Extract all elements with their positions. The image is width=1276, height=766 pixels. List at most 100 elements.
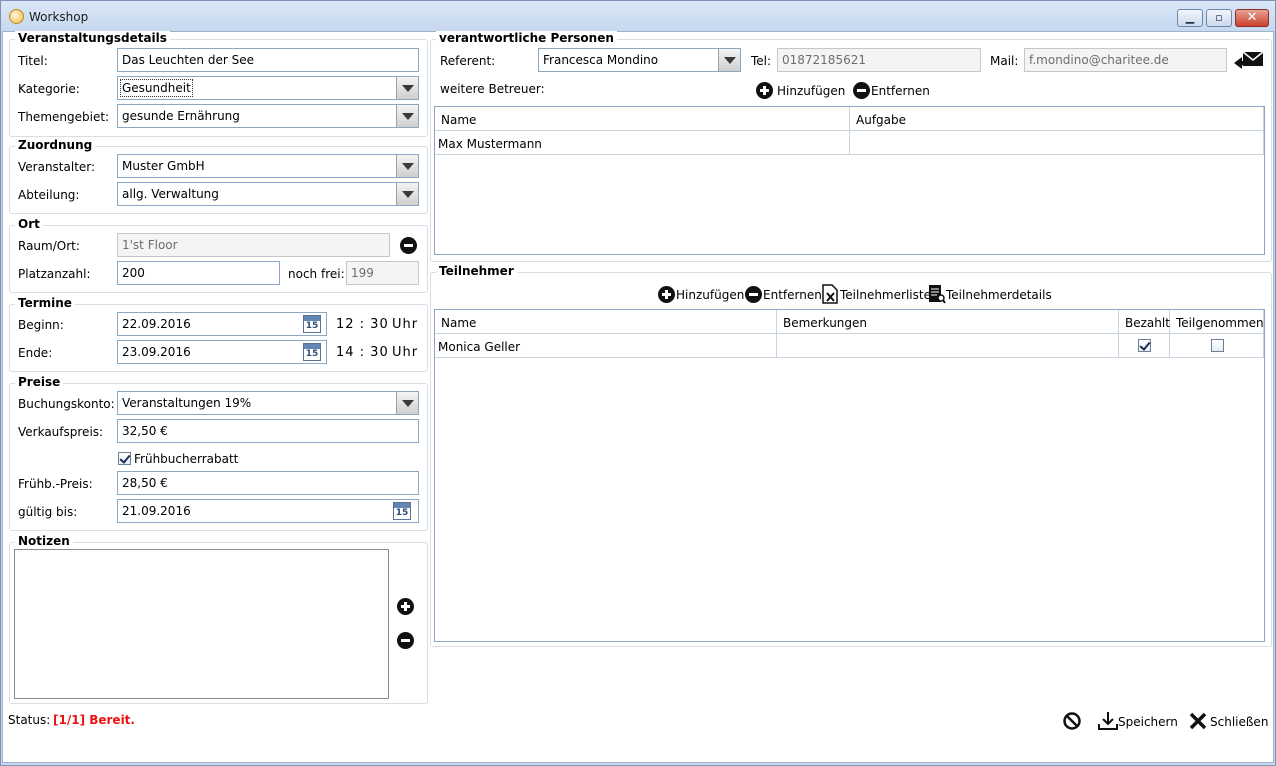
noch-frei-value: 199: [346, 261, 419, 285]
status-label: Status:: [8, 713, 51, 727]
title-bar[interactable]: Workshop ▁ ▫ ✕: [1, 1, 1275, 31]
noch-frei-label: noch frei:: [288, 267, 345, 281]
chevron-down-icon[interactable]: [396, 183, 418, 205]
document-list-icon[interactable]: [822, 284, 838, 304]
themengebiet-select[interactable]: gesunde Ernährung: [117, 104, 419, 128]
send-mail-icon[interactable]: [1234, 49, 1264, 71]
buchungskonto-select[interactable]: Veranstaltungen 19%: [117, 391, 419, 415]
table-cell-aufgabe[interactable]: [850, 131, 1264, 155]
teilnehmerdetails-button[interactable]: Teilnehmerdetails: [946, 288, 1052, 302]
bezahlt-checkbox[interactable]: [1138, 339, 1151, 352]
fruehbucherrabatt-label: Frühbucherrabatt: [134, 452, 239, 466]
minimize-button[interactable]: ▁: [1177, 9, 1203, 27]
themengebiet-label: Themengebiet:: [18, 110, 110, 124]
kategorie-select[interactable]: Gesundheit: [117, 76, 419, 100]
remove-betreuer-button[interactable]: Entfernen: [871, 84, 930, 98]
column-header-bezahlt[interactable]: Bezahlt: [1119, 310, 1170, 334]
abteilung-value: allg. Verwaltung: [122, 187, 219, 201]
main-content: Veranstaltungsdetails Titel: Das Leuchte…: [2, 31, 1274, 763]
abteilung-label: Abteilung:: [18, 188, 80, 202]
table-cell-name[interactable]: Monica Geller: [435, 334, 777, 358]
column-header-name[interactable]: Name: [435, 310, 777, 334]
ende-label: Ende:: [18, 346, 53, 360]
teilnehmer-table[interactable]: Name Bemerkungen Bezahlt Teilgenommen Mo…: [434, 309, 1265, 642]
maximize-button[interactable]: ▫: [1206, 9, 1232, 27]
ende-time[interactable]: 14 : 30: [336, 345, 389, 360]
add-teilnehmer-icon[interactable]: [658, 286, 675, 303]
termine-group-title: Termine: [15, 296, 75, 310]
cancel-icon[interactable]: [1062, 711, 1082, 731]
referent-label: Referent:: [440, 54, 496, 68]
chevron-down-icon[interactable]: [396, 77, 418, 99]
fruehb-preis-label: Frühb.-Preis:: [18, 477, 93, 491]
betreuer-label: weitere Betreuer:: [440, 82, 545, 96]
chevron-down-icon[interactable]: [718, 49, 740, 71]
verkaufspreis-input[interactable]: 32,50 €: [117, 419, 419, 443]
column-header-teilgenommen[interactable]: Teilgenommen: [1170, 310, 1264, 334]
beginn-label: Beginn:: [18, 318, 64, 332]
close-window-button[interactable]: ✕: [1235, 9, 1269, 27]
fruehb-preis-input[interactable]: 28,50 €: [117, 471, 419, 495]
remove-note-icon[interactable]: [397, 632, 414, 649]
table-cell-bezahlt: [1119, 334, 1170, 358]
column-header-bemerkungen[interactable]: Bemerkungen: [777, 310, 1119, 334]
save-button[interactable]: Speichern: [1118, 715, 1178, 729]
teilnehmerliste-button[interactable]: Teilnehmerliste: [840, 288, 931, 302]
ende-date-value: 23.09.2016: [122, 345, 191, 359]
gueltig-bis-value: 21.09.2016: [122, 504, 191, 518]
save-icon[interactable]: [1097, 710, 1119, 732]
gueltig-bis-input[interactable]: 21.09.2016: [117, 499, 419, 523]
themengebiet-value: gesunde Ernährung: [122, 109, 240, 123]
table-cell-bemerkung[interactable]: [777, 334, 1119, 358]
chevron-down-icon[interactable]: [396, 105, 418, 127]
remove-teilnehmer-button[interactable]: Entfernen: [763, 288, 822, 302]
remove-teilnehmer-icon[interactable]: [745, 286, 762, 303]
close-x-icon[interactable]: [1188, 711, 1208, 731]
add-betreuer-icon[interactable]: [756, 82, 773, 99]
titel-input[interactable]: Das Leuchten der See: [117, 48, 419, 72]
referent-value: Francesca Mondino: [543, 53, 659, 67]
remove-betreuer-icon[interactable]: [853, 82, 870, 99]
document-details-icon[interactable]: [928, 284, 946, 304]
calendar-day: 15: [305, 321, 319, 331]
tel-label: Tel:: [751, 54, 772, 68]
add-betreuer-button[interactable]: Hinzufügen: [777, 84, 845, 98]
platzanzahl-label: Platzanzahl:: [18, 267, 91, 281]
calendar-day: 15: [305, 349, 319, 359]
beginn-uhr-label: Uhr: [392, 317, 419, 332]
beginn-date-input[interactable]: 22.09.2016: [117, 312, 327, 336]
close-icon: ✕: [1246, 10, 1258, 25]
calendar-icon[interactable]: 15: [393, 502, 411, 520]
kategorie-label: Kategorie:: [18, 82, 80, 96]
chevron-down-icon[interactable]: [396, 155, 418, 177]
beginn-date-value: 22.09.2016: [122, 317, 191, 331]
betreuer-table[interactable]: Name Aufgabe Max Mustermann: [434, 106, 1265, 255]
remove-raum-icon[interactable]: [400, 237, 417, 254]
add-teilnehmer-button[interactable]: Hinzufügen: [676, 288, 744, 302]
referent-select[interactable]: Francesca Mondino: [538, 48, 741, 72]
calendar-icon[interactable]: 15: [303, 343, 321, 361]
notizen-textarea[interactable]: [14, 549, 389, 699]
column-header-name[interactable]: Name: [435, 107, 850, 131]
raum-input[interactable]: 1'st Floor: [117, 233, 390, 257]
chevron-down-icon[interactable]: [396, 392, 418, 414]
veranstalter-label: Veranstalter:: [18, 160, 96, 174]
beginn-time[interactable]: 12 : 30: [336, 317, 389, 332]
teilgenommen-checkbox[interactable]: [1211, 339, 1224, 352]
verkaufspreis-label: Verkaufspreis:: [18, 425, 104, 439]
calendar-icon[interactable]: 15: [303, 315, 321, 333]
platzanzahl-input[interactable]: 200: [117, 261, 280, 285]
raum-label: Raum/Ort:: [18, 239, 80, 253]
veranstalter-select[interactable]: Muster GmbH: [117, 154, 419, 178]
buchungskonto-label: Buchungskonto:: [18, 397, 115, 411]
zuordnung-group-title: Zuordnung: [15, 138, 96, 152]
table-cell-name[interactable]: Max Mustermann: [435, 131, 850, 155]
fruehbucherrabatt-checkbox[interactable]: [118, 452, 131, 465]
column-header-aufgabe[interactable]: Aufgabe: [850, 107, 1264, 131]
details-group-title: Veranstaltungsdetails: [15, 31, 170, 45]
abteilung-select[interactable]: allg. Verwaltung: [117, 182, 419, 206]
ende-date-input[interactable]: 23.09.2016: [117, 340, 327, 364]
add-note-icon[interactable]: [397, 598, 414, 615]
buchungskonto-value: Veranstaltungen 19%: [122, 396, 252, 410]
close-button[interactable]: Schließen: [1210, 715, 1268, 729]
